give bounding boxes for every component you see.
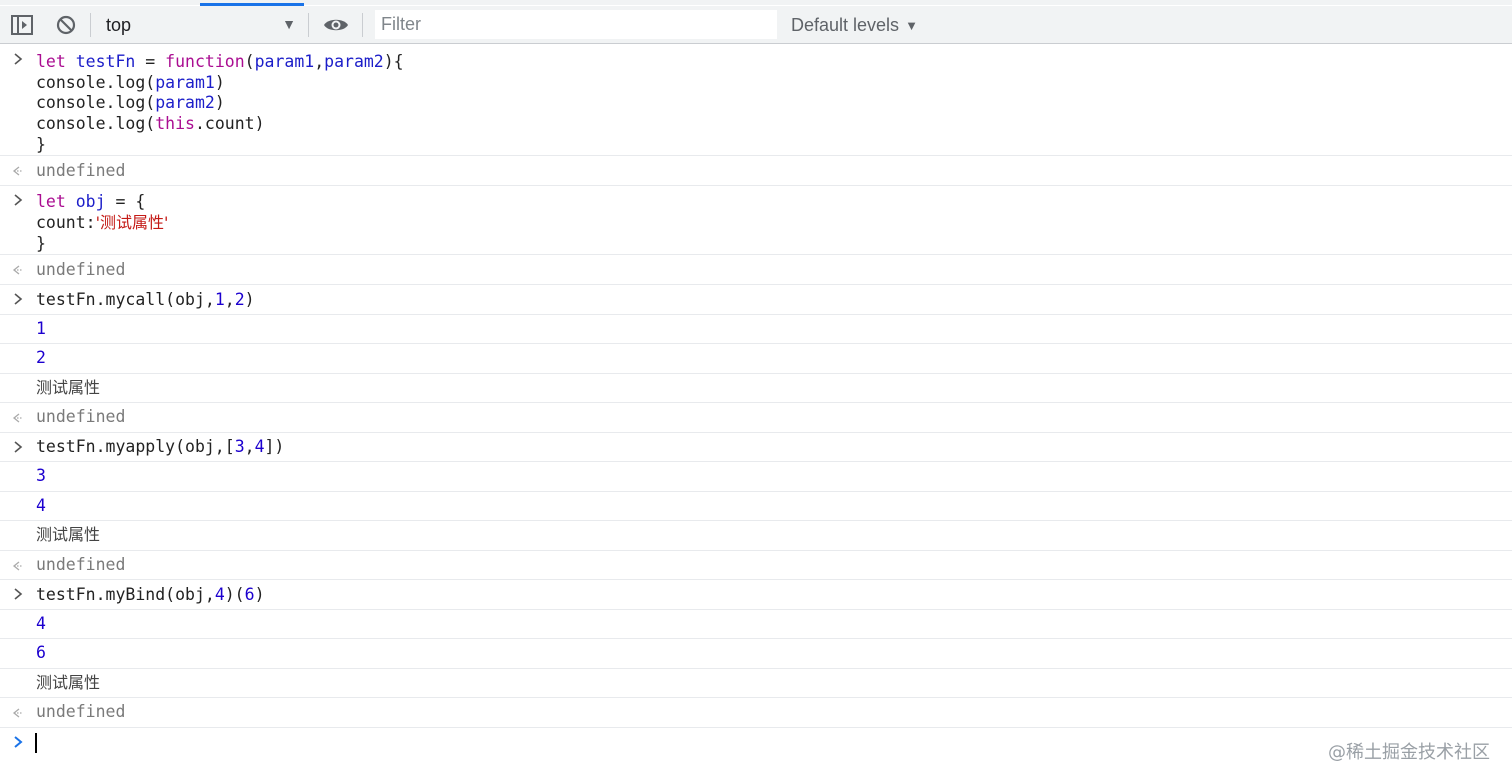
- code-line: let testFn = function(param1,param2){: [36, 52, 404, 71]
- result-value: undefined: [36, 161, 126, 180]
- result-arrow-icon: [12, 561, 23, 571]
- context-selector[interactable]: top ▼: [100, 11, 300, 39]
- code-line: console.log(param2): [36, 93, 225, 112]
- log-value: 测试属性: [36, 525, 101, 544]
- sidebar-toggle-icon: [11, 15, 33, 35]
- chevron-right-icon: [14, 53, 23, 65]
- dropdown-arrow-icon: ▼: [282, 16, 296, 32]
- result-value: undefined: [36, 702, 126, 721]
- toolbar-separator: [362, 13, 363, 37]
- result-value: undefined: [36, 555, 126, 574]
- result-arrow-icon: [12, 265, 23, 275]
- clear-console-button[interactable]: [54, 14, 78, 36]
- console-input-row[interactable]: let obj = { count:'测试属性' }: [0, 186, 1512, 255]
- console-log-row: 6: [0, 639, 1512, 669]
- console-input-row[interactable]: let testFn = function(param1,param2){ co…: [0, 45, 1512, 156]
- chevron-right-icon: [14, 736, 23, 748]
- console-log-row: 测试属性: [0, 669, 1512, 698]
- log-value: 6: [36, 643, 46, 662]
- code-line: testFn.myapply(obj,[3,4]): [36, 437, 285, 456]
- chevron-right-icon: [14, 588, 23, 600]
- code-line: count:'测试属性': [36, 213, 169, 232]
- result-arrow-icon: [12, 413, 23, 423]
- console-messages: let testFn = function(param1,param2){ co…: [0, 45, 1512, 728]
- toolbar-separator: [308, 13, 309, 37]
- log-value: 2: [36, 348, 46, 367]
- log-value: 测试属性: [36, 673, 101, 692]
- filter-input[interactable]: [375, 10, 777, 39]
- code-line: }: [36, 234, 46, 253]
- console-toolbar: top ▼ Default levels ▼: [0, 6, 1512, 44]
- console-prompt-input[interactable]: [0, 728, 1512, 768]
- toolbar-separator: [90, 13, 91, 37]
- code-line: console.log(this.count): [36, 114, 265, 133]
- console-result-row: undefined: [0, 255, 1512, 285]
- log-value: 测试属性: [36, 378, 101, 397]
- sidebar-toggle-button[interactable]: [10, 14, 34, 36]
- text-caret: [35, 733, 37, 753]
- result-arrow-icon: [12, 166, 23, 176]
- code-line: let obj = {: [36, 192, 146, 211]
- chevron-right-icon: [14, 194, 23, 206]
- result-value: undefined: [36, 260, 126, 279]
- log-value: 1: [36, 319, 46, 338]
- result-arrow-icon: [12, 708, 23, 718]
- result-value: undefined: [36, 407, 126, 426]
- code-line: }: [36, 135, 46, 154]
- clear-console-icon: [56, 15, 76, 35]
- console-log-row: 4: [0, 610, 1512, 639]
- console-log-row: 4: [0, 492, 1512, 521]
- eye-icon: [324, 19, 348, 31]
- console-log-row: 2: [0, 344, 1512, 374]
- context-value: top: [106, 14, 132, 35]
- chevron-right-icon: [14, 441, 23, 453]
- dropdown-arrow-icon: ▼: [905, 17, 918, 33]
- live-expression-button[interactable]: [322, 14, 350, 36]
- console-input-row[interactable]: testFn.myBind(obj,4)(6): [0, 580, 1512, 610]
- log-value: 3: [36, 466, 46, 485]
- code-line: testFn.myBind(obj,4)(6): [36, 585, 265, 604]
- console-log-row: 测试属性: [0, 521, 1512, 551]
- console-result-row: undefined: [0, 403, 1512, 433]
- code-line: console.log(param1): [36, 73, 225, 92]
- code-line: testFn.mycall(obj,1,2): [36, 290, 255, 309]
- log-value: 4: [36, 496, 46, 515]
- console-result-row: undefined: [0, 551, 1512, 580]
- console-log-row: 1: [0, 315, 1512, 344]
- console-result-row: undefined: [0, 698, 1512, 728]
- console-log-row: 测试属性: [0, 374, 1512, 403]
- console-log-row: 3: [0, 462, 1512, 492]
- watermark: @稀土掘金技术社区: [1328, 742, 1490, 763]
- console-input-row[interactable]: testFn.mycall(obj,1,2): [0, 285, 1512, 315]
- log-levels-dropdown[interactable]: Default levels ▼: [791, 12, 918, 38]
- chevron-right-icon: [14, 293, 23, 305]
- log-levels-label: Default levels: [791, 14, 900, 35]
- tab-strip: [0, 0, 1512, 6]
- console-result-row: undefined: [0, 156, 1512, 186]
- log-value: 4: [36, 614, 46, 633]
- console-input-row[interactable]: testFn.myapply(obj,[3,4]): [0, 433, 1512, 462]
